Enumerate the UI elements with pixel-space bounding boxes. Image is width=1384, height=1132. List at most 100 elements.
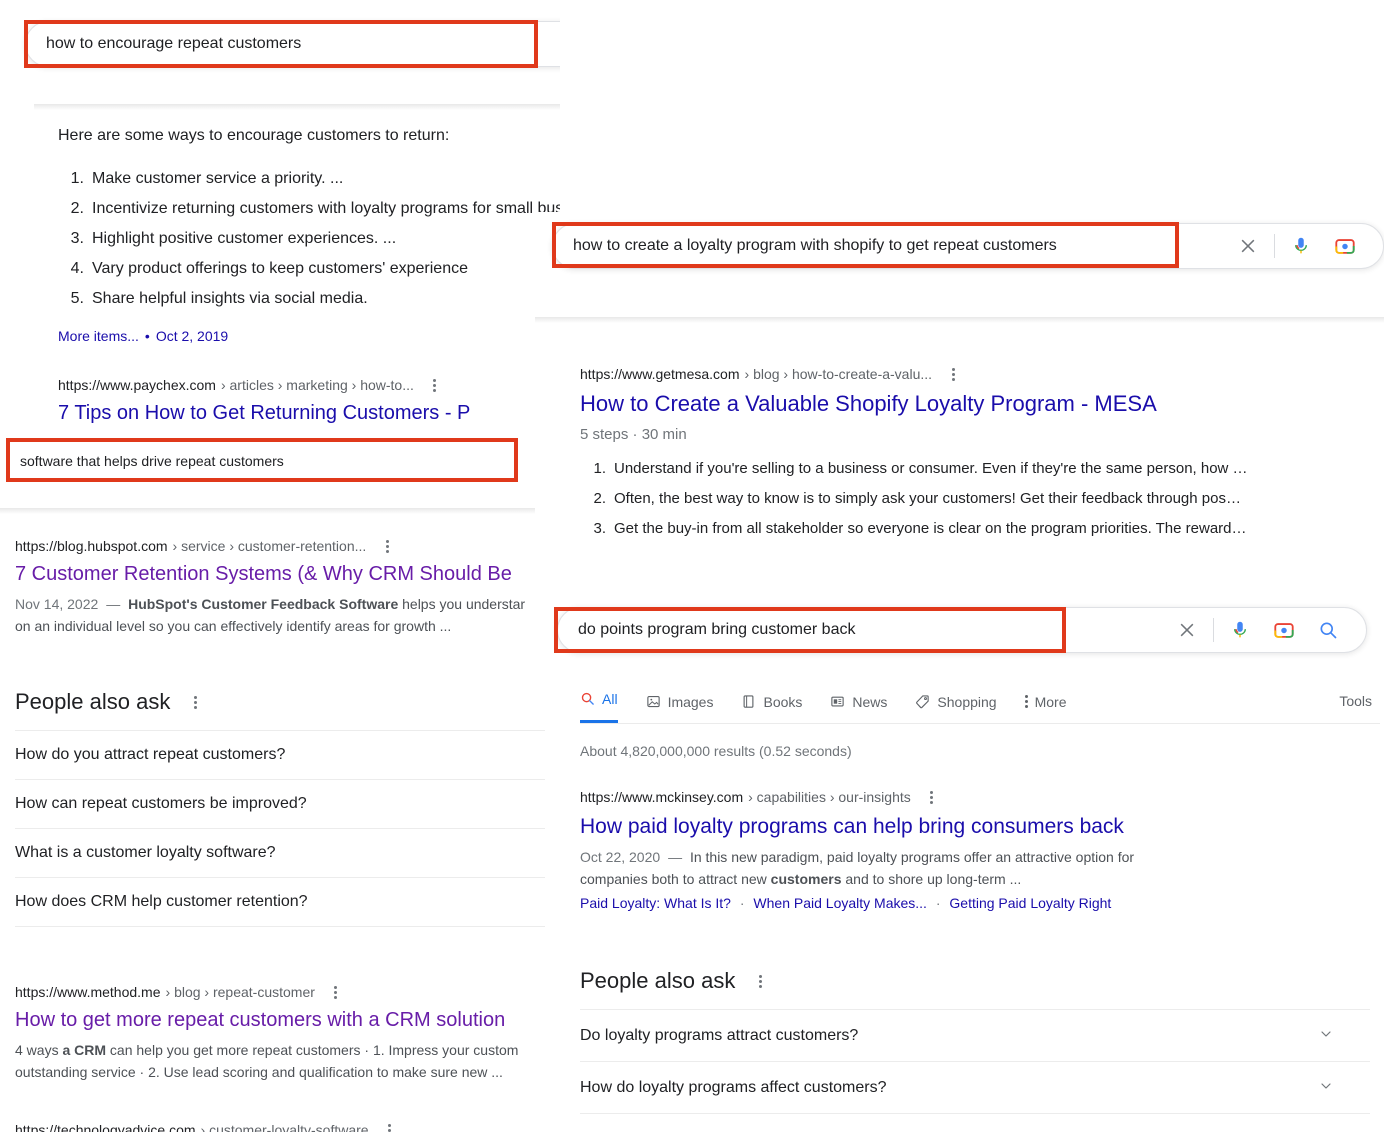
search-bar-tertiary[interactable]: do points program bring customer back: [557, 607, 1367, 653]
result-snippet: Nov 14, 2022 — HubSpot's Customer Feedba…: [15, 593, 560, 615]
snippet-bold: a CRM: [62, 1042, 107, 1058]
paa-question-row[interactable]: How can repeat customers be improved?: [15, 779, 555, 828]
snippet-date: Oct 2, 2019: [155, 328, 229, 344]
search-bar-secondary[interactable]: how to create a loyalty program with sho…: [552, 223, 1384, 269]
paa-title: People also ask: [15, 689, 171, 714]
snippet-dash: —: [106, 596, 121, 612]
result-breadcrumbs: › capabilities › our-insights: [748, 789, 911, 805]
search-input[interactable]: how to encourage repeat customers: [26, 21, 560, 67]
right-search-panel: do points program bring customer back Al…: [545, 592, 1384, 1132]
close-icon[interactable]: [1236, 234, 1260, 258]
divider: [1274, 234, 1275, 258]
kebab-menu-icon[interactable]: [921, 787, 943, 807]
result-breadcrumbs: › blog › repeat-customer: [165, 984, 315, 1000]
panel-shadow-divider: [34, 104, 560, 110]
search-bar-icons: [1165, 608, 1366, 652]
search-tabs: All Images Books News Shopping More Tool…: [580, 679, 1380, 724]
image-icon: [646, 694, 661, 709]
paa-question-row[interactable]: Do loyalty programs attract customers?: [580, 1009, 1370, 1061]
kebab-menu-icon[interactable]: [184, 692, 206, 712]
list-item: 4. Vary product offerings to keep custome…: [70, 260, 468, 277]
result-url[interactable]: https://www.paychex.com › articles › mar…: [58, 375, 560, 395]
sitelink[interactable]: Paid Loyalty: What Is It?: [580, 895, 731, 911]
snippet-date: Oct 22, 2020: [580, 849, 661, 865]
news-icon: [830, 694, 845, 709]
result-domain: https://technologyadvice.com: [15, 1122, 196, 1132]
paa-question: How do you attract repeat customers?: [15, 746, 286, 763]
people-also-ask-right: People also ask Do loyalty programs attr…: [580, 967, 1370, 1114]
microphone-icon[interactable]: [1289, 234, 1313, 258]
search-bar-primary[interactable]: how to encourage repeat customers: [25, 21, 560, 67]
paa-title: People also ask: [580, 968, 736, 993]
featured-snippet-list: 1. Make customer service a priority. ... …: [58, 164, 560, 314]
paa-question: What is a customer loyalty software?: [15, 844, 276, 861]
paa-question: Do loyalty programs attract customers?: [580, 1026, 859, 1044]
sitelink[interactable]: Getting Paid Loyalty Right: [949, 895, 1111, 911]
search-result-paychex: https://www.paychex.com › articles › mar…: [58, 375, 560, 426]
kebab-menu-icon[interactable]: [379, 1120, 401, 1132]
snippet-bold: HubSpot's Customer Feedback Software: [128, 596, 399, 612]
list-item: 1. Understand if you're selling to a busi…: [593, 460, 1248, 477]
microphone-icon[interactable]: [1228, 618, 1252, 642]
result-snippet-line2: on an individual level so you can effect…: [15, 618, 452, 634]
result-title[interactable]: 7 Tips on How to Get Returning Customers…: [58, 400, 560, 426]
result-domain: https://www.mckinsey.com: [580, 789, 744, 805]
tab-all[interactable]: All: [580, 677, 618, 723]
sitelink[interactable]: When Paid Loyalty Makes...: [753, 895, 927, 911]
result-title[interactable]: 7 Customer Retention Systems (& Why CRM …: [15, 561, 560, 587]
result-url[interactable]: https://blog.hubspot.com › service › cus…: [15, 536, 560, 556]
result-url[interactable]: https://www.getmesa.com › blog › how-to-…: [580, 364, 1384, 384]
camera-lens-icon[interactable]: [1333, 234, 1357, 258]
result-title[interactable]: How to Create a Valuable Shopify Loyalty…: [580, 390, 1384, 418]
section-shadow-divider: [0, 508, 560, 514]
result-url[interactable]: https://www.mckinsey.com › capabilities …: [580, 787, 1370, 807]
tab-books[interactable]: Books: [741, 680, 802, 723]
result-snippet: Oct 22, 2020 — In this new paradigm, pai…: [580, 846, 1370, 868]
result-breadcrumbs: › customer-loyalty-software: [200, 1122, 369, 1132]
result-title[interactable]: How to get more repeat customers with a …: [15, 1007, 560, 1033]
camera-lens-icon[interactable]: [1272, 618, 1296, 642]
result-breadcrumbs: › articles › marketing › how-to...: [220, 377, 414, 393]
snippet-dash: —: [668, 849, 683, 865]
search-input[interactable]: do points program bring customer back: [558, 607, 1165, 653]
snippet-text: can help you get more repeat customers ·…: [106, 1042, 519, 1058]
inline-query-box[interactable]: software that helps drive repeat custome…: [10, 440, 514, 482]
kebab-menu-icon[interactable]: [376, 536, 398, 556]
kebab-menu-icon[interactable]: [424, 375, 446, 395]
tag-icon: [915, 694, 930, 709]
close-icon[interactable]: [1175, 618, 1199, 642]
paa-question-row[interactable]: What is a customer loyalty software?: [15, 828, 555, 877]
list-item: 3. Get the buy-in from all stakeholder so…: [593, 520, 1247, 537]
chevron-down-icon[interactable]: [1318, 1026, 1370, 1045]
search-input[interactable]: how to create a loyalty program with sho…: [553, 223, 1226, 269]
snippet-text: companies both to attract new: [580, 871, 771, 887]
paa-question-row[interactable]: How do you attract repeat customers?: [15, 730, 555, 779]
more-items-link[interactable]: More items...: [58, 328, 139, 344]
chevron-down-icon[interactable]: [1318, 1078, 1370, 1097]
paa-question-row[interactable]: How do loyalty programs affect customers…: [580, 1061, 1370, 1114]
kebab-menu-icon[interactable]: [749, 971, 771, 991]
result-url[interactable]: https://technologyadvice.com › customer-…: [15, 1120, 560, 1132]
search-icon[interactable]: [1316, 618, 1340, 642]
kebab-menu-icon[interactable]: [942, 364, 964, 384]
result-breadcrumbs: › service › customer-retention...: [172, 538, 367, 554]
snippet-text: helps you understar: [398, 596, 526, 612]
result-url[interactable]: https://www.method.me › blog › repeat-cu…: [15, 982, 560, 1002]
tab-label: All: [602, 690, 618, 707]
result-breadcrumbs: › blog › how-to-create-a-valu...: [744, 366, 933, 382]
tab-news[interactable]: News: [830, 680, 887, 723]
paa-header: People also ask: [15, 688, 555, 716]
search-result-method: https://www.method.me › blog › repeat-cu…: [15, 982, 560, 1083]
tools-button[interactable]: Tools: [1339, 693, 1380, 709]
paa-question: How does CRM help customer retention?: [15, 893, 308, 910]
result-title[interactable]: How paid loyalty programs can help bring…: [580, 813, 1370, 840]
tab-shopping[interactable]: Shopping: [915, 680, 997, 723]
result-domain: https://www.method.me: [15, 984, 161, 1000]
tab-more[interactable]: More: [1024, 680, 1067, 723]
left-search-panel: how to encourage repeat customers Here a…: [0, 0, 560, 1132]
kebab-menu-icon[interactable]: [325, 982, 347, 1002]
more-icon: [1024, 694, 1028, 709]
search-result-hubspot: https://blog.hubspot.com › service › cus…: [15, 536, 560, 637]
paa-question-row[interactable]: How does CRM help customer retention?: [15, 877, 555, 927]
tab-images[interactable]: Images: [646, 680, 713, 723]
